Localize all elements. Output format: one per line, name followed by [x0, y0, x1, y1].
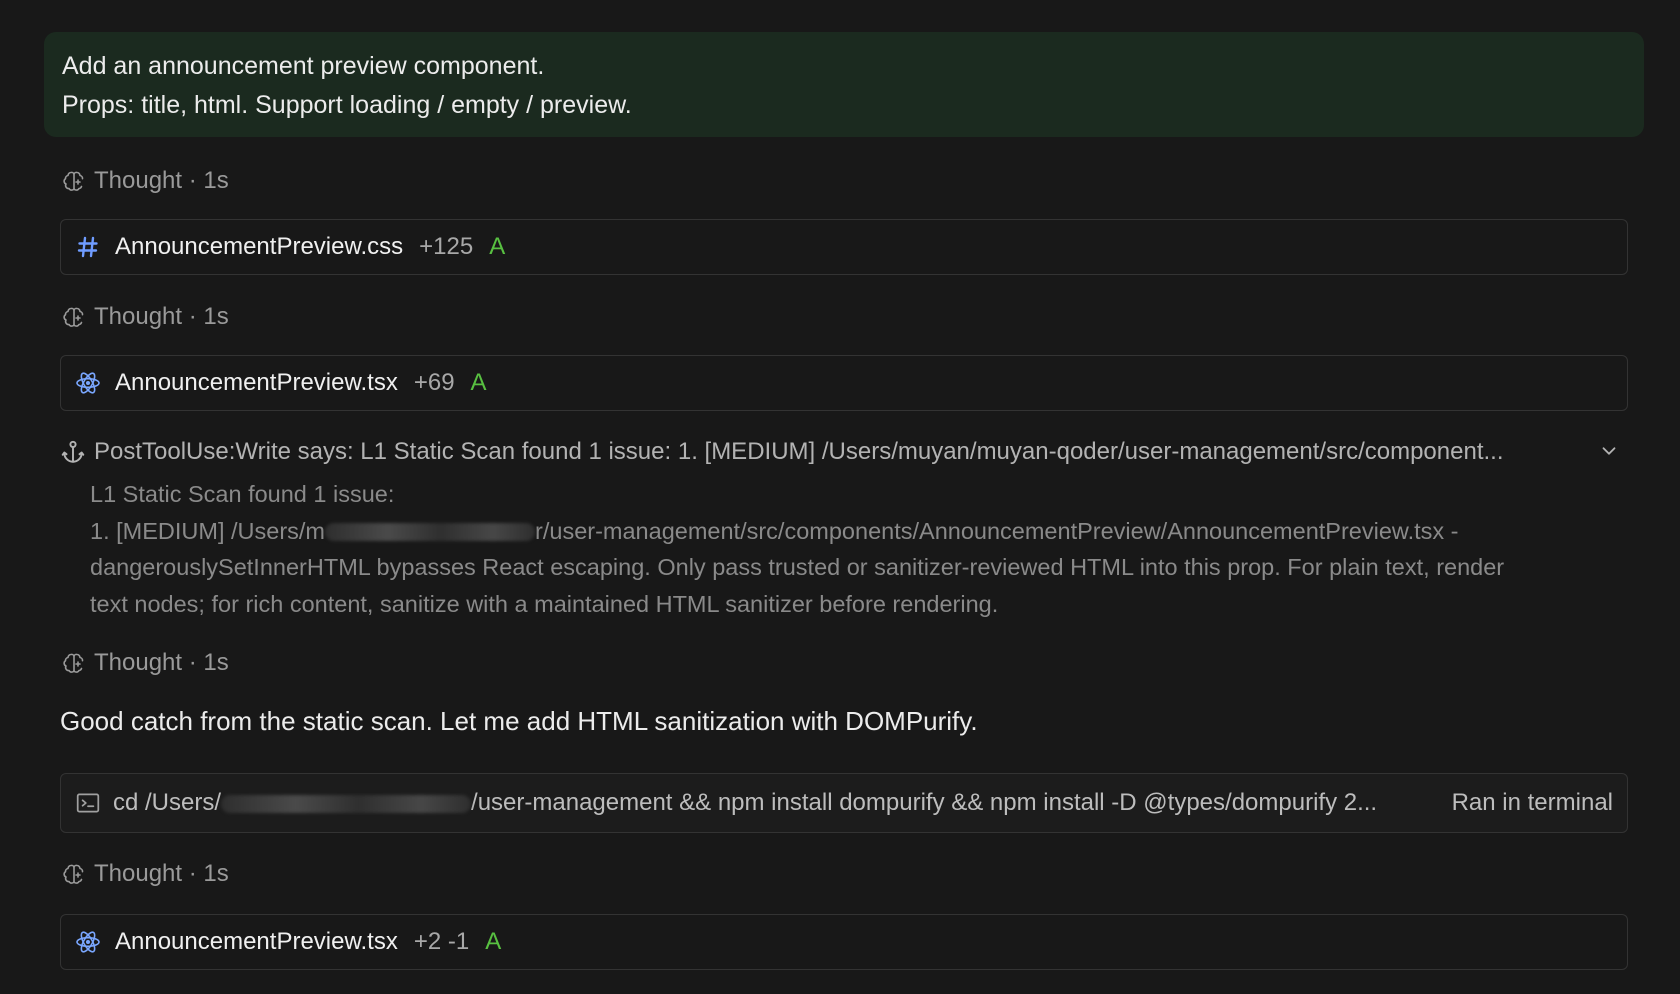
thought-row[interactable]: Thought · 1s [62, 646, 229, 680]
redacted-text [325, 523, 536, 542]
file-change-card[interactable]: AnnouncementPreview.css +125 A [60, 219, 1628, 275]
hook-detail: L1 Static Scan found 1 issue: 1. [MEDIUM… [90, 476, 1630, 622]
hook-detail-line: 1. [MEDIUM] /Users/m r/user-management/sr… [90, 513, 1630, 550]
brain-icon [63, 307, 84, 327]
diff-stat: +69 [413, 369, 455, 396]
hook-detail-path-prefix: 1. [MEDIUM] /Users/m [90, 517, 326, 544]
thought-row[interactable]: Thought · 1s [62, 164, 229, 198]
terminal-command-suffix: /user-management && npm install dompurif… [471, 789, 1378, 816]
prompt-line-1: Add an announcement preview component. [62, 52, 545, 80]
terminal-command: cd /Users/ /user-management && npm instal… [113, 789, 1433, 817]
css-hash-icon [75, 234, 101, 260]
thought-label: Thought · 1s [94, 303, 229, 330]
react-icon [75, 929, 101, 955]
chevron-down-icon[interactable] [1598, 440, 1620, 462]
file-name: AnnouncementPreview.tsx [115, 928, 398, 955]
anchor-icon [61, 440, 85, 463]
thought-label: Thought · 1s [94, 649, 229, 676]
thought-label: Thought · 1s [94, 167, 229, 194]
file-status-badge: A [485, 928, 502, 955]
file-change-card[interactable]: AnnouncementPreview.tsx +69 A [60, 355, 1628, 411]
redacted-text [221, 794, 472, 813]
diff-stat: +125 [419, 233, 474, 260]
terminal-command-card[interactable]: cd /Users/ /user-management && npm instal… [60, 773, 1628, 833]
thought-row[interactable]: Thought · 1s [62, 857, 229, 891]
terminal-status: Ran in terminal [1451, 789, 1613, 816]
hook-detail-line: text nodes; for rich content, sanitize w… [90, 590, 999, 617]
assistant-message: Good catch from the static scan. Let me … [60, 706, 978, 736]
brain-icon [63, 864, 84, 884]
user-prompt: Add an announcement preview component. P… [44, 32, 1644, 137]
hook-detail-line: dangerouslySetInnerHTML bypasses React e… [90, 554, 1505, 580]
hook-detail-path-suffix: r/user-management/src/components/Announc… [535, 517, 1459, 544]
hook-notice[interactable]: PostToolUse:Write says: L1 Static Scan f… [60, 434, 1628, 470]
hook-summary: PostToolUse:Write says: L1 Static Scan f… [94, 438, 1504, 465]
file-name: AnnouncementPreview.css [115, 233, 404, 260]
hook-detail-line: L1 Static Scan found 1 issue: [90, 481, 395, 507]
terminal-command-prefix: cd /Users/ [113, 789, 222, 816]
react-icon [75, 370, 101, 396]
terminal-icon [76, 793, 100, 813]
file-status-badge: A [489, 233, 506, 260]
prompt-line-2: Props: title, html. Support loading / em… [62, 91, 632, 119]
thought-row[interactable]: Thought · 1s [62, 300, 229, 334]
thought-label: Thought · 1s [94, 860, 229, 887]
diff-stat: +2 -1 [413, 928, 470, 955]
file-change-card[interactable]: AnnouncementPreview.tsx +2 -1 A [60, 914, 1628, 970]
brain-icon [63, 171, 84, 191]
brain-icon [63, 653, 84, 673]
file-name: AnnouncementPreview.tsx [115, 369, 398, 396]
file-status-badge: A [470, 369, 487, 396]
